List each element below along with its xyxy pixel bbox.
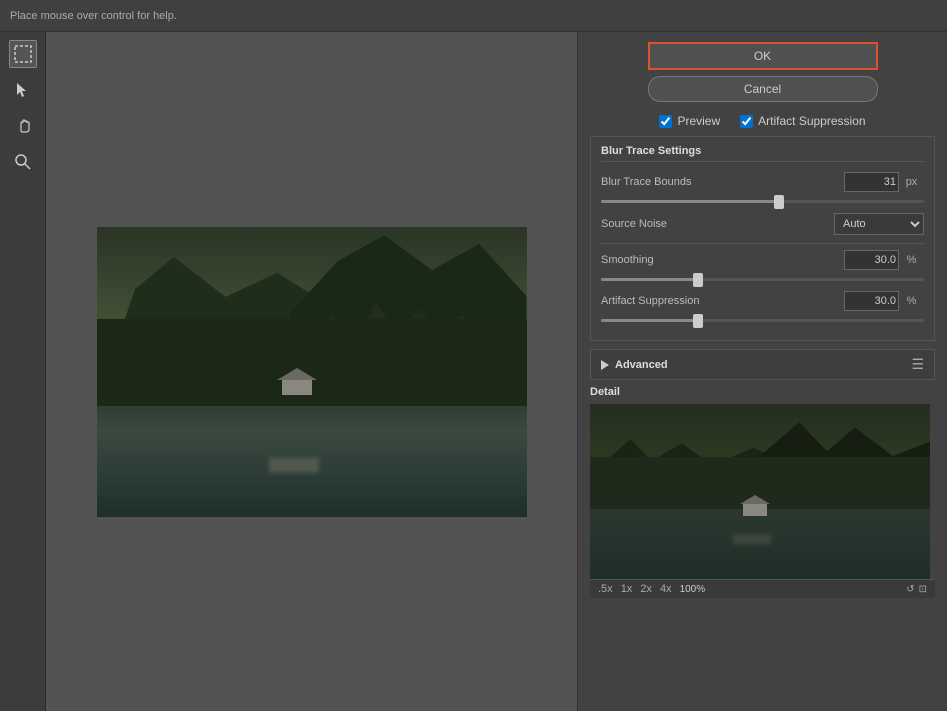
scene: [97, 227, 527, 517]
zoom-icon: [14, 153, 32, 171]
hand-tool-btn[interactable]: [9, 112, 37, 140]
left-toolbar: [0, 32, 46, 711]
smoothing-label: Smoothing: [601, 254, 844, 266]
top-bar: Place mouse over control for help.: [0, 0, 947, 32]
ok-button[interactable]: OK: [648, 42, 878, 70]
artifact-suppression-input[interactable]: [844, 291, 899, 311]
smoothing-slider-row: [601, 278, 924, 281]
artifact-checkbox-item: Artifact Suppression: [740, 114, 865, 128]
detail-section: Detail .5x 1x: [578, 380, 947, 606]
advanced-title: Advanced: [615, 359, 668, 371]
marquee-tool-btn[interactable]: [9, 40, 37, 68]
blur-trace-slider-row: [601, 200, 924, 203]
help-text: Place mouse over control for help.: [10, 10, 177, 22]
hand-icon: [14, 117, 32, 135]
artifact-suppression-slider-thumb[interactable]: [693, 314, 703, 328]
blur-trace-settings: Blur Trace Settings Blur Trace Bounds px…: [590, 136, 935, 341]
zoom-4x-btn[interactable]: 4x: [660, 583, 672, 595]
artifact-suppression-slider-track[interactable]: [601, 319, 924, 322]
blur-trace-bounds-row: Blur Trace Bounds px: [601, 172, 924, 192]
zoom-icons: ↺ ⊡: [906, 584, 927, 595]
smoothing-slider-track[interactable]: [601, 278, 924, 281]
zoom-bar: .5x 1x 2x 4x 100% ↺ ⊡: [590, 579, 935, 598]
main-layout: OK Cancel Preview Artifact Suppression B…: [0, 32, 947, 711]
cancel-button[interactable]: Cancel: [648, 76, 878, 102]
blur-trace-bounds-unit: px: [899, 176, 924, 188]
btn-row: OK Cancel: [578, 32, 947, 110]
house-roof: [277, 368, 317, 380]
blur-trace-slider-thumb[interactable]: [774, 195, 784, 209]
house-body: [282, 380, 312, 395]
zoom-reset-icon[interactable]: ↺: [906, 584, 914, 595]
preview-checkbox-item: Preview: [659, 114, 720, 128]
advanced-section: Advanced ☰: [590, 349, 935, 380]
smoothing-unit: %: [899, 254, 924, 266]
checkboxes-row: Preview Artifact Suppression: [578, 110, 947, 136]
blur-trace-bounds-label: Blur Trace Bounds: [601, 176, 844, 188]
zoom-current-label: 100%: [680, 584, 706, 595]
source-noise-select[interactable]: Auto Low Medium High: [834, 213, 924, 235]
divider-1: [601, 243, 924, 244]
artifact-suppression-unit: %: [899, 295, 924, 307]
zoom-tool-btn[interactable]: [9, 148, 37, 176]
artifact-suppression-checkbox[interactable]: [740, 115, 753, 128]
smoothing-slider-fill: [601, 278, 698, 281]
zoom-1x-btn[interactable]: 1x: [621, 583, 633, 595]
reflection: [269, 458, 319, 473]
arrow-icon: [14, 81, 32, 99]
advanced-menu-icon[interactable]: ☰: [911, 356, 924, 373]
detail-label: Detail: [590, 380, 935, 398]
preview-checkbox[interactable]: [659, 115, 672, 128]
house: [277, 370, 317, 395]
artifact-suppression-settings-label: Artifact Suppression: [601, 295, 844, 307]
source-noise-row: Source Noise Auto Low Medium High: [601, 213, 924, 235]
blur-trace-slider-fill: [601, 200, 779, 203]
artifact-suppression-slider-row: [601, 319, 924, 322]
water: [97, 395, 527, 517]
canvas-image: [97, 227, 527, 517]
right-panel: OK Cancel Preview Artifact Suppression B…: [577, 32, 947, 711]
zoom-fit-icon[interactable]: ⊡: [919, 584, 927, 595]
blur-trace-slider-track[interactable]: [601, 200, 924, 203]
artifact-suppression-row: Artifact Suppression %: [601, 291, 924, 311]
zoom-half-btn[interactable]: .5x: [598, 583, 613, 595]
triangle-icon: [601, 360, 609, 370]
blur-trace-title: Blur Trace Settings: [601, 145, 924, 162]
preview-label[interactable]: Preview: [677, 114, 720, 128]
smoothing-slider-thumb[interactable]: [693, 273, 703, 287]
detail-preview: [590, 404, 930, 579]
advanced-header[interactable]: Advanced ☰: [591, 350, 934, 379]
smoothing-row: Smoothing %: [601, 250, 924, 270]
smoothing-input[interactable]: [844, 250, 899, 270]
blur-trace-bounds-input[interactable]: [844, 172, 899, 192]
artifact-suppression-label[interactable]: Artifact Suppression: [758, 114, 865, 128]
canvas-area: [46, 32, 577, 711]
source-noise-label: Source Noise: [601, 218, 834, 230]
marquee-icon: [14, 45, 32, 63]
advanced-header-left: Advanced: [601, 359, 668, 371]
artifact-suppression-slider-fill: [601, 319, 698, 322]
zoom-2x-btn[interactable]: 2x: [640, 583, 652, 595]
select-tool-btn[interactable]: [9, 76, 37, 104]
